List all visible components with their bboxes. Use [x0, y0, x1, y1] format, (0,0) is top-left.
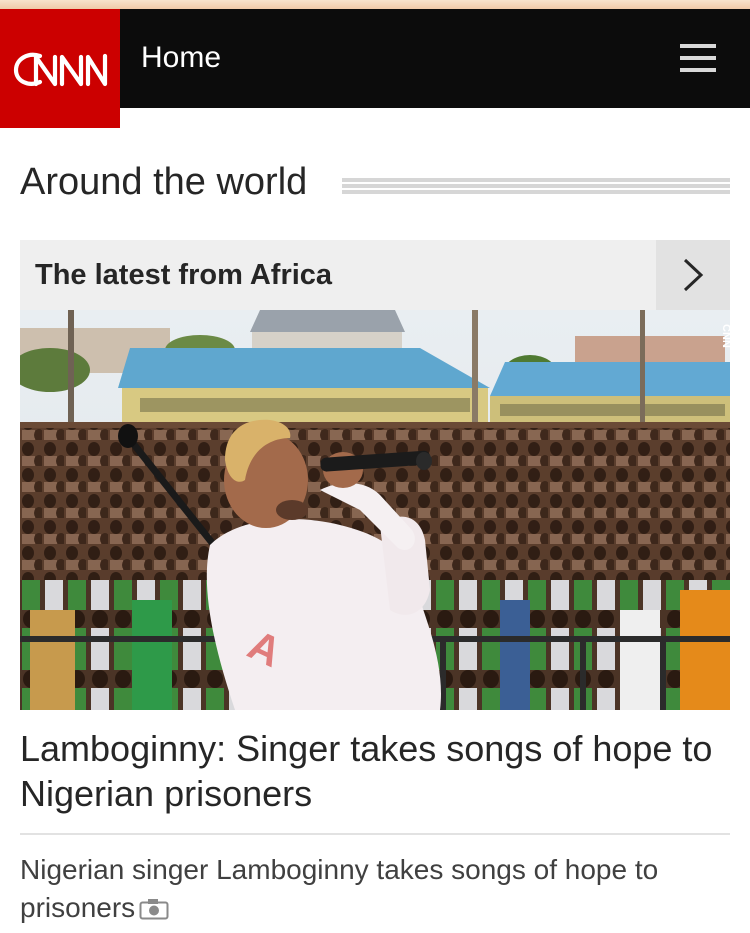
hamburger-menu-icon[interactable]: [676, 40, 720, 76]
image-watermark: CNN: [720, 324, 730, 348]
top-accent-strip: [0, 0, 750, 9]
camera-icon: [139, 899, 169, 920]
story-summary-text[interactable]: Nigerian singer Lamboginny takes songs o…: [20, 854, 658, 923]
story-divider: [20, 833, 730, 835]
story-image[interactable]: A CNN: [20, 310, 730, 710]
chevron-right-icon: [683, 258, 704, 292]
zone-header[interactable]: The latest from Africa: [20, 240, 730, 310]
next-button[interactable]: [656, 240, 730, 310]
svg-text:CNN: CNN: [59, 91, 61, 93]
cnn-logo-mark: CNN: [13, 52, 108, 93]
story-summary[interactable]: Nigerian singer Lamboginny takes songs o…: [20, 851, 730, 927]
edition-home-link[interactable]: Home: [141, 40, 221, 76]
cnn-logo[interactable]: CNN: [0, 9, 120, 128]
section-title-rule: [342, 178, 730, 194]
story-headline[interactable]: Lamboginny: Singer takes songs of hope t…: [20, 726, 720, 816]
section-title: Around the world: [20, 161, 308, 203]
zone-title[interactable]: The latest from Africa: [35, 257, 332, 293]
